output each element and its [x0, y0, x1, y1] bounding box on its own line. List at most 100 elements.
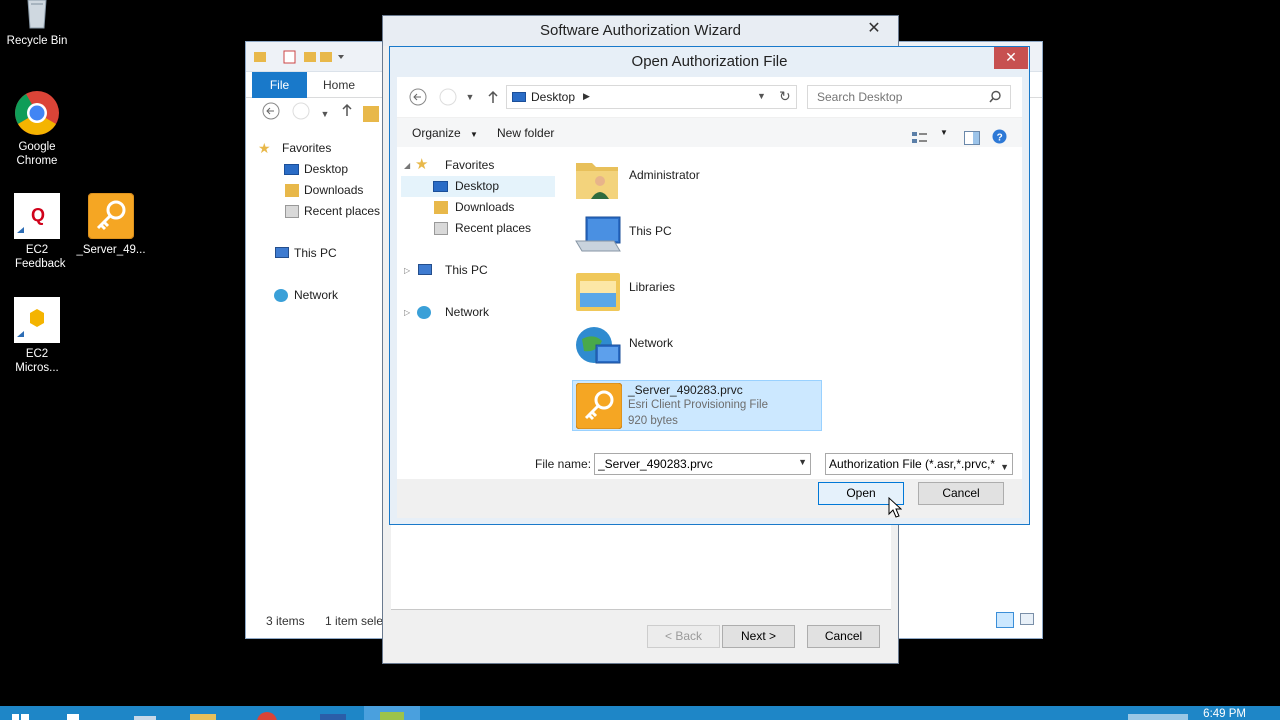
wizard-titlebar[interactable]: Software Authorization Wizard ✕ — [383, 16, 898, 46]
item-count: 3 items — [266, 614, 305, 628]
expand-arrow-icon[interactable]: ▷ — [404, 260, 410, 281]
chevron-down-icon[interactable]: ▼ — [940, 118, 948, 148]
nav-item-desktop[interactable]: Desktop — [256, 159, 386, 180]
expand-arrow-icon[interactable]: ▷ — [404, 302, 410, 323]
desktop-icon-chrome[interactable]: Google Chrome — [0, 90, 74, 168]
computer-icon — [275, 247, 289, 258]
file-name-combobox[interactable]: ▼ — [594, 453, 811, 475]
chevron-right-icon[interactable]: ▶ — [583, 91, 590, 102]
open-file-dialog[interactable]: Open Authorization File ✕ ▼ Desktop ▶ ▼ … — [389, 46, 1030, 525]
svg-text:Q: Q — [31, 205, 45, 225]
desktop-icon-ec2-feedback[interactable]: Q EC2 Feedback — [0, 193, 74, 271]
recent-places-icon — [434, 222, 448, 235]
navigation-tree: ◢ ★ Favorites Desktop Downloads Recent p… — [401, 155, 559, 323]
start-button[interactable] — [0, 706, 56, 720]
nav-item-recent[interactable]: Recent places — [256, 201, 386, 222]
help-icon[interactable]: ? — [992, 125, 1007, 144]
chevron-down-icon[interactable]: ▼ — [314, 102, 336, 126]
tab-file[interactable]: File — [252, 72, 307, 98]
taskbar-wizard-icon[interactable] — [364, 706, 420, 720]
up-arrow-icon[interactable] — [482, 85, 504, 109]
next-button[interactable]: Next > — [722, 625, 795, 648]
desktop-icon-label: Recycle Bin — [6, 35, 68, 47]
refresh-icon[interactable]: ↻ — [779, 88, 791, 105]
taskbar-clock[interactable]: 6:49 PM — [1203, 708, 1246, 720]
taskbar-explorer-icon[interactable] — [176, 706, 232, 720]
tree-item-label: This PC — [445, 263, 488, 277]
list-item[interactable]: This PC — [574, 207, 824, 259]
taskbar: 6:49 PM — [0, 706, 1280, 720]
back-button[interactable]: < Back — [647, 625, 720, 648]
tree-item-network[interactable]: ▷ Network — [401, 302, 559, 323]
nav-item-this-pc[interactable]: This PC — [256, 243, 386, 264]
tree-item-this-pc[interactable]: ▷ This PC — [401, 260, 559, 281]
forward-arrow-icon[interactable] — [437, 85, 459, 109]
up-arrow-icon[interactable] — [336, 102, 358, 126]
desktop-icon — [512, 92, 526, 102]
organize-button[interactable]: Organize ▼ — [412, 118, 478, 148]
chevron-down-icon[interactable]: ▼ — [757, 91, 766, 101]
preview-pane-icon[interactable] — [964, 126, 980, 145]
star-icon: ★ — [258, 140, 271, 156]
dialog-close-button[interactable]: ✕ — [994, 47, 1028, 69]
file-name-input[interactable] — [595, 454, 785, 474]
nav-item-label: Desktop — [304, 162, 349, 176]
nav-item-downloads[interactable]: Downloads — [256, 180, 386, 201]
back-arrow-icon[interactable] — [260, 102, 282, 126]
search-input[interactable] — [817, 86, 987, 108]
desktop-icon-ec2-micros[interactable]: EC2 Micros... — [0, 297, 74, 375]
chevron-down-icon[interactable]: ▼ — [798, 457, 807, 467]
recent-places-icon — [285, 205, 299, 218]
taskbar-server-manager-icon[interactable] — [58, 706, 114, 720]
desktop-icon-label: _Server_49... — [76, 244, 146, 256]
tree-item-downloads[interactable]: Downloads — [401, 197, 559, 218]
list-item[interactable]: Libraries — [574, 263, 824, 315]
computer-icon — [574, 211, 622, 257]
key-file-icon — [575, 382, 623, 430]
taskbar-powershell-icon[interactable] — [116, 706, 172, 720]
file-name: _Server_490283.prvc — [628, 383, 743, 397]
wizard-close-button[interactable]: ✕ — [860, 20, 888, 40]
tray-icons[interactable] — [1128, 714, 1188, 720]
desktop-icon-recycle-bin[interactable]: Recycle Bin — [0, 0, 74, 48]
desktop-icon-server-file[interactable]: _Server_49... — [74, 192, 148, 257]
dialog-cancel-button[interactable]: Cancel — [918, 482, 1004, 505]
tree-item-label: Downloads — [455, 200, 515, 214]
tree-item-desktop[interactable]: Desktop — [401, 176, 555, 197]
organize-label: Organize — [412, 126, 461, 140]
dialog-body: ▼ Desktop ▶ ▼ ↻ Organize ▼ — [397, 77, 1022, 518]
dialog-titlebar[interactable]: Open Authorization File ✕ — [390, 47, 1029, 77]
new-folder-button[interactable]: New folder — [497, 118, 554, 148]
large-icons-view-icon[interactable] — [1020, 613, 1034, 625]
taskbar-tool-icon[interactable] — [306, 706, 362, 720]
back-arrow-icon[interactable] — [407, 85, 429, 109]
tree-item-favorites[interactable]: ◢ ★ Favorites — [401, 155, 559, 176]
list-item[interactable]: Network — [574, 319, 824, 371]
svg-text:?: ? — [997, 133, 1003, 144]
desktop-icon-label: EC2 Feedback — [15, 244, 66, 270]
forward-arrow-icon[interactable] — [290, 102, 312, 126]
nav-item-label: This PC — [294, 246, 337, 260]
taskbar-chrome-icon[interactable] — [240, 706, 296, 720]
tab-home[interactable]: Home — [323, 72, 355, 98]
chevron-down-icon[interactable]: ▼ — [459, 85, 481, 109]
list-item[interactable]: Administrator — [574, 151, 824, 203]
file-type-select[interactable]: Authorization File (*.asr,*.prvc,* ▼ — [825, 453, 1013, 475]
nav-item-network[interactable]: Network — [256, 285, 386, 306]
search-box[interactable] — [807, 85, 1011, 109]
desktop-icon — [433, 181, 448, 192]
nav-item-favorites[interactable]: ★ Favorites — [256, 138, 386, 159]
tree-item-recent[interactable]: Recent places — [401, 218, 559, 239]
ec2-micros-icon — [14, 297, 60, 343]
wizard-cancel-button[interactable]: Cancel — [807, 625, 880, 648]
file-size: 920 bytes — [628, 415, 678, 427]
selected-file-item[interactable]: _Server_490283.prvc Esri Client Provisio… — [572, 380, 822, 431]
network-icon — [274, 289, 288, 302]
nav-item-label: Favorites — [282, 141, 332, 155]
downloads-folder-icon — [434, 201, 448, 214]
details-view-icon[interactable] — [996, 612, 1014, 628]
expand-arrow-icon[interactable]: ◢ — [404, 155, 410, 176]
change-view-icon[interactable] — [912, 126, 928, 143]
chevron-down-icon[interactable]: ▼ — [998, 457, 1009, 474]
address-bar[interactable]: Desktop ▶ ▼ ↻ — [506, 85, 797, 109]
